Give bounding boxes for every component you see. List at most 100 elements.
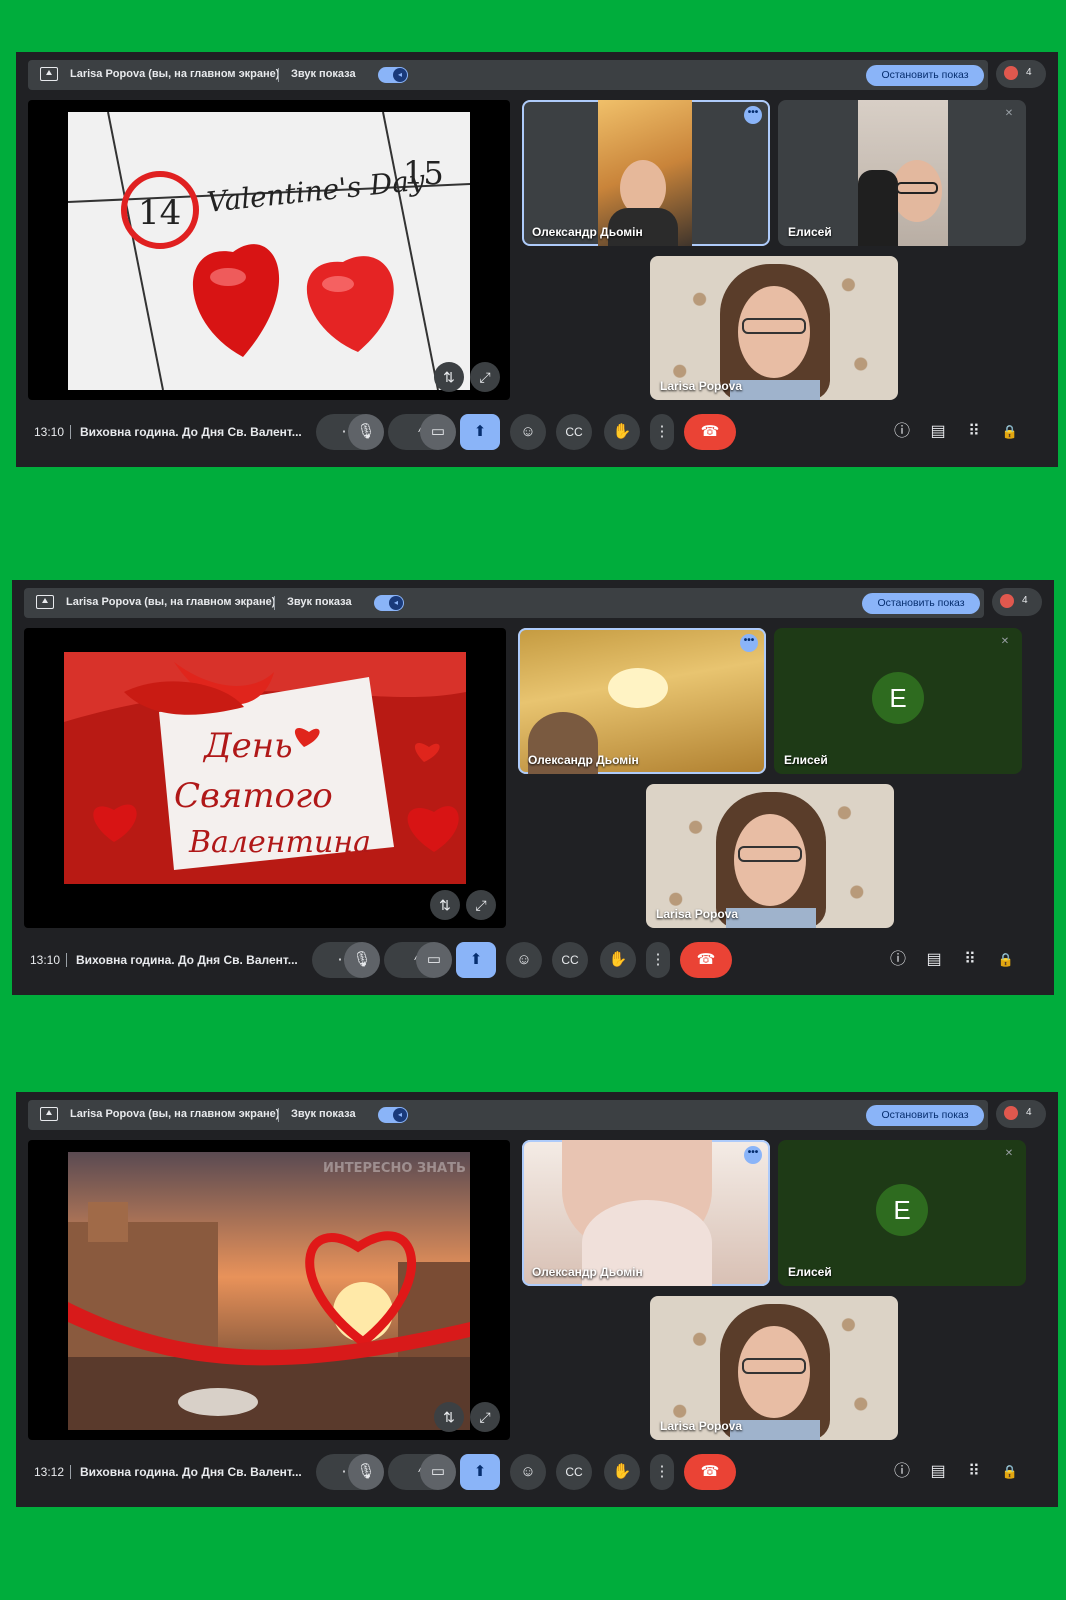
meeting-title: Виховна година. До Дня Св. Валент...: [80, 1465, 302, 1479]
present-button[interactable]: ⬆: [460, 414, 500, 450]
host-controls-icon[interactable]: 🔒: [994, 948, 1018, 972]
divider: [274, 596, 275, 610]
stop-presenting-button[interactable]: Остановить показ: [866, 1105, 984, 1126]
present-button[interactable]: ⬆: [456, 942, 496, 978]
participant-tile-oleksandr[interactable]: ••• Олександр Дьомін: [518, 628, 766, 774]
shared-screen: День Святого Валентина ⇅ ⤢: [24, 628, 506, 928]
participant-tile-larisa[interactable]: Larisa Popova: [650, 256, 898, 400]
slide-watermark: ИНТЕРЕСНО ЗНАТЬ: [323, 1161, 466, 1176]
host-controls-icon[interactable]: 🔒: [998, 420, 1022, 444]
info-icon[interactable]: ⓘ: [886, 948, 910, 972]
divider: [70, 425, 71, 439]
people-button[interactable]: 4: [996, 60, 1046, 88]
presentation-bar: Larisa Popova (вы, на главном экране) Зв…: [24, 588, 984, 618]
present-screen-icon: [36, 595, 54, 609]
end-call-button[interactable]: ☎: [684, 414, 736, 450]
presenter-label: Larisa Popova (вы, на главном экране): [66, 596, 276, 608]
fullscreen-icon[interactable]: ⤢: [470, 1402, 500, 1432]
participant-name: Олександр Дьомін: [532, 1265, 643, 1279]
raise-hand-icon[interactable]: ✋: [604, 1454, 640, 1490]
apps-icon[interactable]: ⠿: [962, 1460, 986, 1484]
tile-menu-icon[interactable]: •••: [740, 634, 758, 652]
share-audio-toggle[interactable]: [378, 67, 408, 83]
more-options-icon[interactable]: ⋮: [650, 1454, 674, 1490]
participant-name: Larisa Popova: [660, 379, 743, 393]
raise-hand-icon[interactable]: ✋: [604, 414, 640, 450]
participant-name: Елисей: [788, 1265, 832, 1279]
swap-icon[interactable]: ⇅: [430, 890, 460, 920]
fullscreen-icon[interactable]: ⤢: [470, 362, 500, 392]
camera-icon[interactable]: ▭: [420, 414, 456, 450]
raise-hand-icon[interactable]: ✋: [600, 942, 636, 978]
participant-tile-elisey[interactable]: ✕ Елисей: [778, 100, 1026, 246]
apps-icon[interactable]: ⠿: [962, 420, 986, 444]
slide-line-3: Валентина: [188, 825, 371, 860]
chat-icon[interactable]: ▤: [922, 948, 946, 972]
participant-tile-oleksandr[interactable]: ••• Олександр Дьомін: [522, 1140, 770, 1286]
participant-name: Елисей: [784, 753, 828, 767]
meeting-screenshot-2: Larisa Popova (вы, на главном экране) Зв…: [12, 580, 1054, 995]
slide-venice-heart: ИНТЕРЕСНО ЗНАТЬ: [68, 1152, 470, 1430]
share-audio-toggle[interactable]: [378, 1107, 408, 1123]
end-call-button[interactable]: ☎: [684, 1454, 736, 1490]
participant-tile-larisa[interactable]: Larisa Popova: [650, 1296, 898, 1440]
present-button[interactable]: ⬆: [460, 1454, 500, 1490]
present-screen-icon: [40, 1107, 58, 1121]
slide-valentines-calendar: 14 15 Valentine's Day: [68, 112, 470, 390]
mic-icon[interactable]: 🎙: [344, 942, 380, 978]
fullscreen-icon[interactable]: ⤢: [466, 890, 496, 920]
slide-saint-valentine-card: День Святого Валентина: [64, 652, 466, 884]
mic-icon[interactable]: 🎙: [348, 414, 384, 450]
info-icon[interactable]: ⓘ: [890, 1460, 914, 1484]
participant-tile-larisa[interactable]: Larisa Popova: [646, 784, 894, 928]
meeting-controls: 13:10 Виховна година. До Дня Св. Валент.…: [12, 938, 1054, 984]
mic-icon[interactable]: 🎙: [348, 1454, 384, 1490]
camera-icon[interactable]: ▭: [420, 1454, 456, 1490]
participant-tile-elisey[interactable]: E ✕ Елисей: [774, 628, 1022, 774]
participant-tile-elisey[interactable]: E ✕ Елисей: [778, 1140, 1026, 1286]
more-options-icon[interactable]: ⋮: [650, 414, 674, 450]
meeting-time: 13:12: [34, 1465, 65, 1479]
shared-screen: 14 15 Valentine's Day ⇅ ⤢: [28, 100, 510, 400]
emoji-icon[interactable]: ☺: [506, 942, 542, 978]
tile-menu-icon[interactable]: •••: [744, 106, 762, 124]
divider: [278, 68, 279, 82]
meeting-title: Виховна година. До Дня Св. Валент...: [80, 425, 302, 439]
people-button[interactable]: 4: [992, 588, 1042, 616]
tile-menu-icon[interactable]: •••: [744, 1146, 762, 1164]
meeting-controls: 13:12 Виховна година. До Дня Св. Валент.…: [16, 1450, 1058, 1496]
people-button[interactable]: 4: [996, 1100, 1046, 1128]
emoji-icon[interactable]: ☺: [510, 414, 546, 450]
participant-name: Larisa Popova: [656, 907, 739, 921]
meeting-time: 13:10: [34, 425, 65, 439]
participant-tile-oleksandr[interactable]: ••• Олександр Дьомін: [522, 100, 770, 246]
end-call-button[interactable]: ☎: [680, 942, 732, 978]
share-audio-toggle[interactable]: [374, 595, 404, 611]
presenter-label: Larisa Popova (вы, на главном экране): [70, 68, 280, 80]
camera-icon[interactable]: ▭: [416, 942, 452, 978]
participant-name: Олександр Дьомін: [532, 225, 643, 239]
participant-name: Елисей: [788, 225, 832, 239]
host-controls-icon[interactable]: 🔒: [998, 1460, 1022, 1484]
swap-icon[interactable]: ⇅: [434, 1402, 464, 1432]
emoji-icon[interactable]: ☺: [510, 1454, 546, 1490]
captions-icon[interactable]: CC: [552, 942, 588, 978]
share-audio-label: Звук показа: [291, 1108, 356, 1120]
stop-presenting-button[interactable]: Остановить показ: [866, 65, 984, 86]
people-icon: [1004, 66, 1018, 80]
chat-icon[interactable]: ▤: [926, 420, 950, 444]
meeting-controls: 13:10 Виховна година. До Дня Св. Валент.…: [16, 410, 1058, 456]
divider: [66, 953, 67, 967]
apps-icon[interactable]: ⠿: [958, 948, 982, 972]
presentation-bar: Larisa Popova (вы, на главном экране) Зв…: [28, 60, 988, 90]
swap-icon[interactable]: ⇅: [434, 362, 464, 392]
chat-icon[interactable]: ▤: [926, 1460, 950, 1484]
captions-icon[interactable]: CC: [556, 1454, 592, 1490]
participant-name: Олександр Дьомін: [528, 753, 639, 767]
slide-line-1: День: [202, 726, 293, 766]
stop-presenting-button[interactable]: Остановить показ: [862, 593, 980, 614]
info-icon[interactable]: ⓘ: [890, 420, 914, 444]
more-options-icon[interactable]: ⋮: [646, 942, 670, 978]
captions-icon[interactable]: CC: [556, 414, 592, 450]
presentation-bar: Larisa Popova (вы, на главном экране) Зв…: [28, 1100, 988, 1130]
